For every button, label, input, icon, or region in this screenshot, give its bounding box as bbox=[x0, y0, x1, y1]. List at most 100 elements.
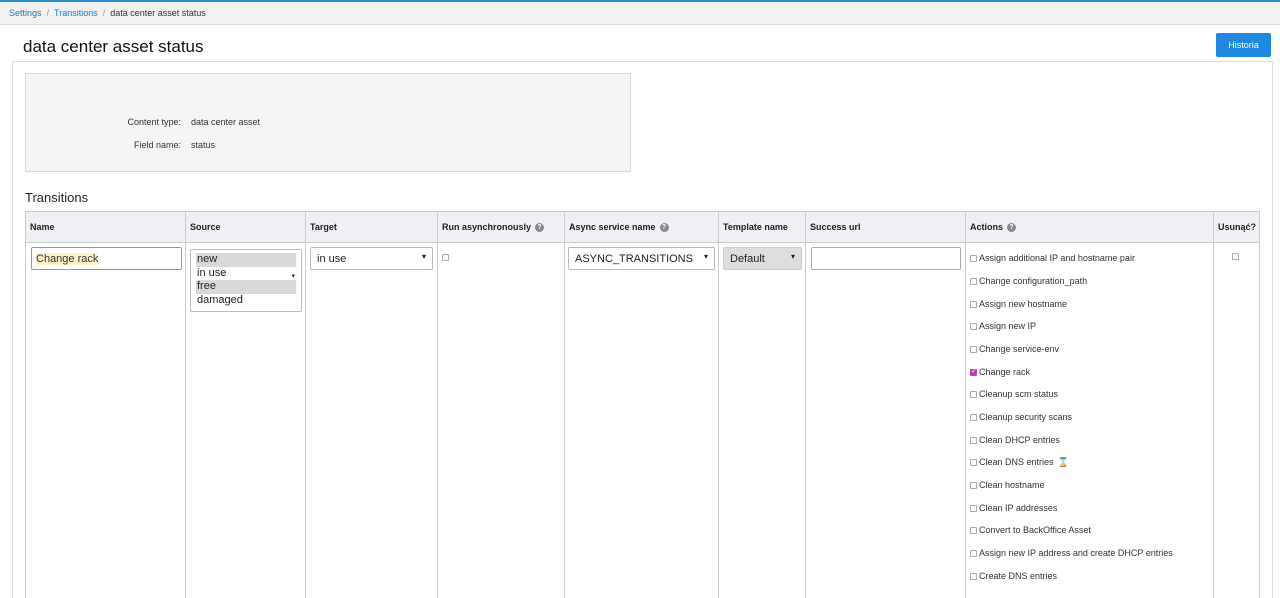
source-option-damaged[interactable]: damaged bbox=[196, 294, 296, 308]
action-item[interactable]: Change rack bbox=[970, 367, 1030, 377]
help-icon[interactable]: ? bbox=[1007, 223, 1017, 233]
source-option-new[interactable]: new bbox=[196, 253, 296, 267]
target-value: in use bbox=[317, 253, 347, 265]
action-label: Clean DHCP entries bbox=[979, 435, 1060, 445]
action-item[interactable]: Assign new IP bbox=[970, 321, 1036, 331]
action-checkbox[interactable] bbox=[970, 527, 977, 534]
actions-header-label: Actions bbox=[970, 222, 1004, 232]
action-item[interactable]: Clean IP addresses bbox=[970, 503, 1057, 513]
action-checkbox[interactable] bbox=[970, 414, 977, 421]
page-title: data center asset status bbox=[23, 37, 204, 56]
column-header-run-async: Run asynchronously? bbox=[442, 222, 545, 233]
run-async-header-label: Run asynchronously bbox=[442, 222, 532, 232]
action-checkbox-checked[interactable] bbox=[970, 367, 977, 376]
action-label: Assign new IP address and create DHCP en… bbox=[979, 548, 1173, 558]
hourglass-icon: ⌛ bbox=[1057, 457, 1069, 467]
column-header-actions: Actions? bbox=[970, 222, 1017, 233]
action-item[interactable]: Assign new IP address and create DHCP en… bbox=[970, 548, 1173, 558]
column-divider bbox=[437, 212, 438, 598]
breadcrumb-settings-link[interactable]: Settings bbox=[9, 8, 42, 18]
action-label: Clean hostname bbox=[979, 480, 1045, 490]
column-divider bbox=[1213, 212, 1214, 598]
action-item[interactable]: Cleanup security scans bbox=[970, 412, 1072, 422]
action-label: Change rack bbox=[979, 367, 1031, 377]
template-value: Default bbox=[730, 253, 765, 265]
column-header-async-service: Async service name? bbox=[569, 222, 669, 233]
chevron-down-icon: ▾ bbox=[790, 252, 795, 261]
content-type-value: data center asset bbox=[191, 117, 261, 127]
breadcrumb: Settings / Transitions / data center asset s… bbox=[0, 2, 1280, 25]
run-async-checkbox[interactable] bbox=[442, 254, 449, 261]
action-label: Clean IP addresses bbox=[979, 503, 1058, 513]
column-header-success-url: Success url bbox=[810, 222, 861, 232]
action-checkbox[interactable] bbox=[970, 278, 977, 285]
action-item[interactable]: Clean DNS entries ⌛ bbox=[970, 457, 1069, 468]
column-divider bbox=[805, 212, 806, 598]
action-label: Create DNS entries bbox=[979, 571, 1058, 581]
target-select[interactable]: in use ▾ bbox=[310, 247, 433, 270]
breadcrumb-transitions-link[interactable]: Transitions bbox=[54, 8, 98, 18]
action-label: Assign additional IP and hostname pair bbox=[979, 253, 1135, 263]
content-type-label: Content type: bbox=[127, 117, 181, 127]
action-item[interactable]: Assign additional IP and hostname pair bbox=[970, 253, 1135, 263]
action-label: Change configuration_path bbox=[979, 276, 1088, 286]
transition-name-value: Change rack bbox=[36, 253, 99, 265]
async-service-header-label: Async service name bbox=[569, 222, 656, 232]
async-service-select[interactable]: ASYNC_TRANSITIONS ▾ bbox=[568, 247, 715, 270]
action-item[interactable]: Clean hostname bbox=[970, 480, 1045, 490]
action-checkbox[interactable] bbox=[970, 459, 977, 466]
column-divider bbox=[564, 212, 565, 598]
action-item[interactable]: Create DNS entries bbox=[970, 571, 1057, 581]
action-label: Change service-env bbox=[979, 344, 1060, 354]
column-header-name: Name bbox=[30, 222, 55, 232]
transitions-table: Name Source Target Run asynchronously? A… bbox=[25, 211, 1260, 598]
column-divider bbox=[965, 212, 966, 598]
transitions-title: Transitions bbox=[25, 190, 89, 205]
action-label: Assign new hostname bbox=[979, 299, 1068, 309]
action-label: Cleanup scm status bbox=[979, 389, 1059, 399]
column-header-source: Source bbox=[190, 222, 221, 232]
success-url-input[interactable] bbox=[811, 247, 961, 270]
help-icon[interactable]: ? bbox=[535, 223, 545, 233]
action-checkbox[interactable] bbox=[970, 346, 977, 353]
action-checkbox[interactable] bbox=[970, 255, 977, 262]
action-checkbox[interactable] bbox=[970, 505, 977, 512]
action-checkbox[interactable] bbox=[970, 323, 977, 330]
source-option-free[interactable]: free bbox=[196, 280, 296, 294]
template-select[interactable]: Default ▾ bbox=[723, 247, 802, 270]
help-icon[interactable]: ? bbox=[659, 223, 669, 233]
chevron-down-icon: ▾ bbox=[421, 252, 426, 261]
action-checkbox[interactable] bbox=[970, 573, 977, 580]
action-item[interactable]: Change service-env bbox=[970, 344, 1059, 354]
column-divider bbox=[305, 212, 306, 598]
source-multiselect[interactable]: new in use free damaged ▾ bbox=[190, 249, 302, 312]
async-service-value: ASYNC_TRANSITIONS bbox=[575, 253, 693, 265]
action-checkbox[interactable] bbox=[970, 391, 977, 398]
action-item[interactable]: Change configuration_path bbox=[970, 276, 1087, 286]
info-box: Content type: data center asset Field na… bbox=[25, 73, 631, 172]
source-option-in-use[interactable]: in use bbox=[196, 267, 296, 281]
action-label: Clean DNS entries bbox=[979, 457, 1054, 467]
action-item[interactable]: Assign new hostname bbox=[970, 299, 1067, 309]
chevron-down-icon: ▾ bbox=[703, 252, 708, 261]
delete-checkbox[interactable] bbox=[1232, 253, 1239, 260]
field-name-label: Field name: bbox=[133, 140, 181, 150]
action-item[interactable]: Clean DHCP entries bbox=[970, 435, 1060, 445]
column-divider bbox=[718, 212, 719, 598]
action-item[interactable]: Convert to BackOffice Asset bbox=[970, 525, 1091, 535]
column-header-target: Target bbox=[310, 222, 337, 232]
field-name-value: status bbox=[191, 140, 216, 150]
action-item[interactable]: Cleanup scm status bbox=[970, 389, 1058, 399]
chevron-down-icon: ▾ bbox=[291, 273, 295, 280]
history-button[interactable]: Historia bbox=[1216, 33, 1271, 57]
action-label: Convert to BackOffice Asset bbox=[979, 525, 1091, 535]
action-checkbox[interactable] bbox=[970, 550, 977, 557]
breadcrumb-current: data center asset status bbox=[110, 8, 206, 18]
action-checkbox[interactable] bbox=[970, 437, 977, 444]
transition-name-input[interactable]: Change rack bbox=[31, 247, 182, 270]
action-label: Assign new IP bbox=[979, 321, 1037, 331]
action-checkbox[interactable] bbox=[970, 301, 977, 308]
breadcrumb-separator: / bbox=[46, 8, 50, 18]
action-checkbox[interactable] bbox=[970, 482, 977, 489]
column-header-template: Template name bbox=[723, 222, 788, 232]
